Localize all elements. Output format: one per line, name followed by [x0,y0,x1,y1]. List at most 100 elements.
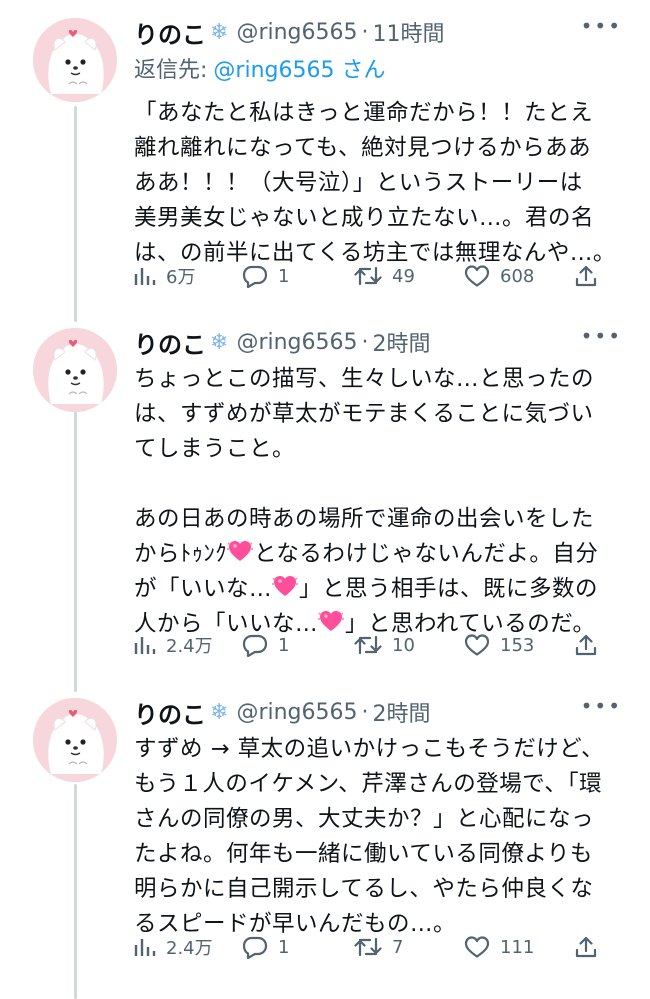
tweet-header: りのこ ❄ @ring6565 · 11時間 ••• [134,12,626,52]
display-name[interactable]: りのこ [134,15,206,50]
tweet-text-line: が「いいな… 」と思う相手は、既に多数の [134,572,626,607]
tweet-text-fragment: が「いいな… [134,576,273,602]
like-icon [464,936,490,958]
views-count: 2.4万 [166,938,213,959]
tweet-text-line: たよね。何年も一緒に働いている同僚よりも [134,841,593,867]
reply-icon [242,265,268,288]
retweet-icon [354,937,382,957]
dog-avatar-icon [33,698,117,782]
snowflake-icon: ❄ [210,699,229,725]
snowflake-icon: ❄ [210,329,229,355]
reply-to-line: 返信先: @ring6565 さん [134,52,626,90]
retweet-icon [354,266,382,286]
views-button[interactable]: 2.4万 [134,632,213,658]
tweet-actions: 6万 1 49 608 [134,261,626,291]
reply-icon [242,936,268,959]
retweet-count: 7 [392,936,404,958]
display-name[interactable]: りのこ [134,325,206,360]
avatar[interactable] [33,698,117,782]
tweet-text-line: さんの同僚の男、大丈夫か？」と心配になっ [134,806,595,832]
tweet-text-line: もう１人のイケメン、芹澤さんの登場で、「環 [134,771,603,797]
share-button[interactable] [574,633,598,657]
tweet-text: すずめ → 草太の追いかけっこもそうだけど、 もう１人のイケメン、芹澤さんの登場で… [134,732,626,942]
separator-dot: · [361,329,369,355]
tweet-content: りのこ ❄ @ring6565 · 11時間 ••• 返信先: @ring6565… [134,12,626,288]
views-button[interactable]: 2.4万 [134,934,213,960]
user-handle[interactable]: @ring6565 [236,330,357,355]
reply-count: 1 [278,936,290,958]
views-count: 6万 [166,267,196,288]
like-button[interactable]: 111 [464,935,534,959]
heart-emoji-icon [272,575,299,597]
tweet-text-line: すずめ → 草太の追いかけっこもそうだけど、 [134,736,605,762]
tweet-actions: 2.4万 1 10 153 [134,630,626,660]
display-name[interactable]: りのこ [134,695,206,730]
views-icon [134,268,156,285]
tweet-content: りのこ ❄ @ring6565 · 2時間 ••• ちょっとこの描写、生々しいな… [134,322,626,657]
user-handle[interactable]: @ring6565 [236,700,357,725]
timestamp[interactable]: 2時間 [373,326,431,358]
reply-button[interactable]: 1 [242,633,289,657]
like-icon [464,634,490,656]
share-button[interactable] [574,935,598,959]
more-icon[interactable]: ••• [581,694,622,718]
retweet-count: 10 [392,634,415,656]
dog-avatar-icon [33,328,117,412]
retweet-icon [354,635,382,655]
reply-icon [242,634,268,657]
tweet-text-line: 明らかに自己開示してるし、やたら仲良くな [134,876,594,902]
share-icon [575,936,597,958]
tweet-actions: 2.4万 1 7 111 [134,932,626,962]
retweet-button[interactable]: 7 [354,935,403,959]
user-handle[interactable]: @ring6565 [236,20,357,45]
tweet-text-line: てしまうこと。 [134,436,296,462]
tweet-content: りのこ ❄ @ring6565 · 2時間 ••• すずめ → 草太の追いかけっ… [134,692,626,959]
heart-emoji-icon [227,540,254,562]
like-button[interactable]: 608 [464,264,534,288]
separator-dot: · [361,699,369,725]
reply-mention-link[interactable]: @ring6565 さん [213,58,385,83]
retweet-count: 49 [392,265,415,287]
avatar[interactable] [33,328,117,412]
views-count: 2.4万 [166,636,213,657]
reply-count: 1 [278,265,290,287]
more-icon[interactable]: ••• [581,324,622,348]
tweet-text-line: ちょっとこの描写、生々しいな…と思ったの [134,366,595,392]
reply-to-label: 返信先: [134,58,208,83]
share-button[interactable] [574,264,598,288]
avatar[interactable] [33,18,117,102]
tweet[interactable]: りのこ ❄ @ring6565 · 2時間 ••• すずめ → 草太の追いかけっ… [0,692,650,992]
share-icon [575,265,597,287]
reply-button[interactable]: 1 [242,935,289,959]
views-icon [134,939,156,956]
dog-avatar-icon [33,18,117,102]
separator-dot: · [361,19,369,45]
views-button[interactable]: 6万 [134,263,195,289]
tweet-text-line: 「あなたと私はきっと運命だから！！たとえ [134,100,594,126]
tweet-header: りのこ ❄ @ring6565 · 2時間 ••• [134,692,626,732]
tweet-text: ちょっとこの描写、生々しいな…と思ったの は、すずめが草太がモテまくることに気づい… [134,362,626,642]
tweet-text-fragment: 」と思う相手は、既に多数の [299,576,599,602]
retweet-button[interactable]: 49 [354,264,415,288]
like-count: 111 [500,936,535,958]
snowflake-icon: ❄ [210,19,229,45]
tweet-text: 「あなたと私はきっと運命だから！！たとえ 離れ離れになっても、絶対見つけるからああ… [134,96,626,271]
tweet-text-line: ああ！！！（大号泣）」というストーリーは [134,170,583,196]
retweet-button[interactable]: 10 [354,633,415,657]
timestamp[interactable]: 11時間 [373,16,445,48]
timestamp[interactable]: 2時間 [373,696,431,728]
more-icon[interactable]: ••• [581,14,622,38]
like-count: 608 [500,265,535,287]
tweet[interactable]: りのこ ❄ @ring6565 · 11時間 ••• 返信先: @ring6565… [0,12,650,312]
tweet-text-line: あの日あの時あの場所で運命の出会いをした [134,506,595,532]
like-button[interactable]: 153 [464,633,534,657]
tweet-text-line: からﾄｩﾝｸ となるわけじゃないんだよ。自分 [134,537,626,572]
tweet-text-fragment: からﾄｩﾝｸ [134,541,228,567]
views-icon [134,637,156,654]
like-count: 153 [500,634,535,656]
reply-button[interactable]: 1 [242,264,289,288]
tweet-text-line: 美男美女じゃないと成り立たない…。君の名 [134,205,595,231]
tweet[interactable]: りのこ ❄ @ring6565 · 2時間 ••• ちょっとこの描写、生々しいな… [0,322,650,682]
like-icon [464,265,490,287]
tweet-header: りのこ ❄ @ring6565 · 2時間 ••• [134,322,626,362]
